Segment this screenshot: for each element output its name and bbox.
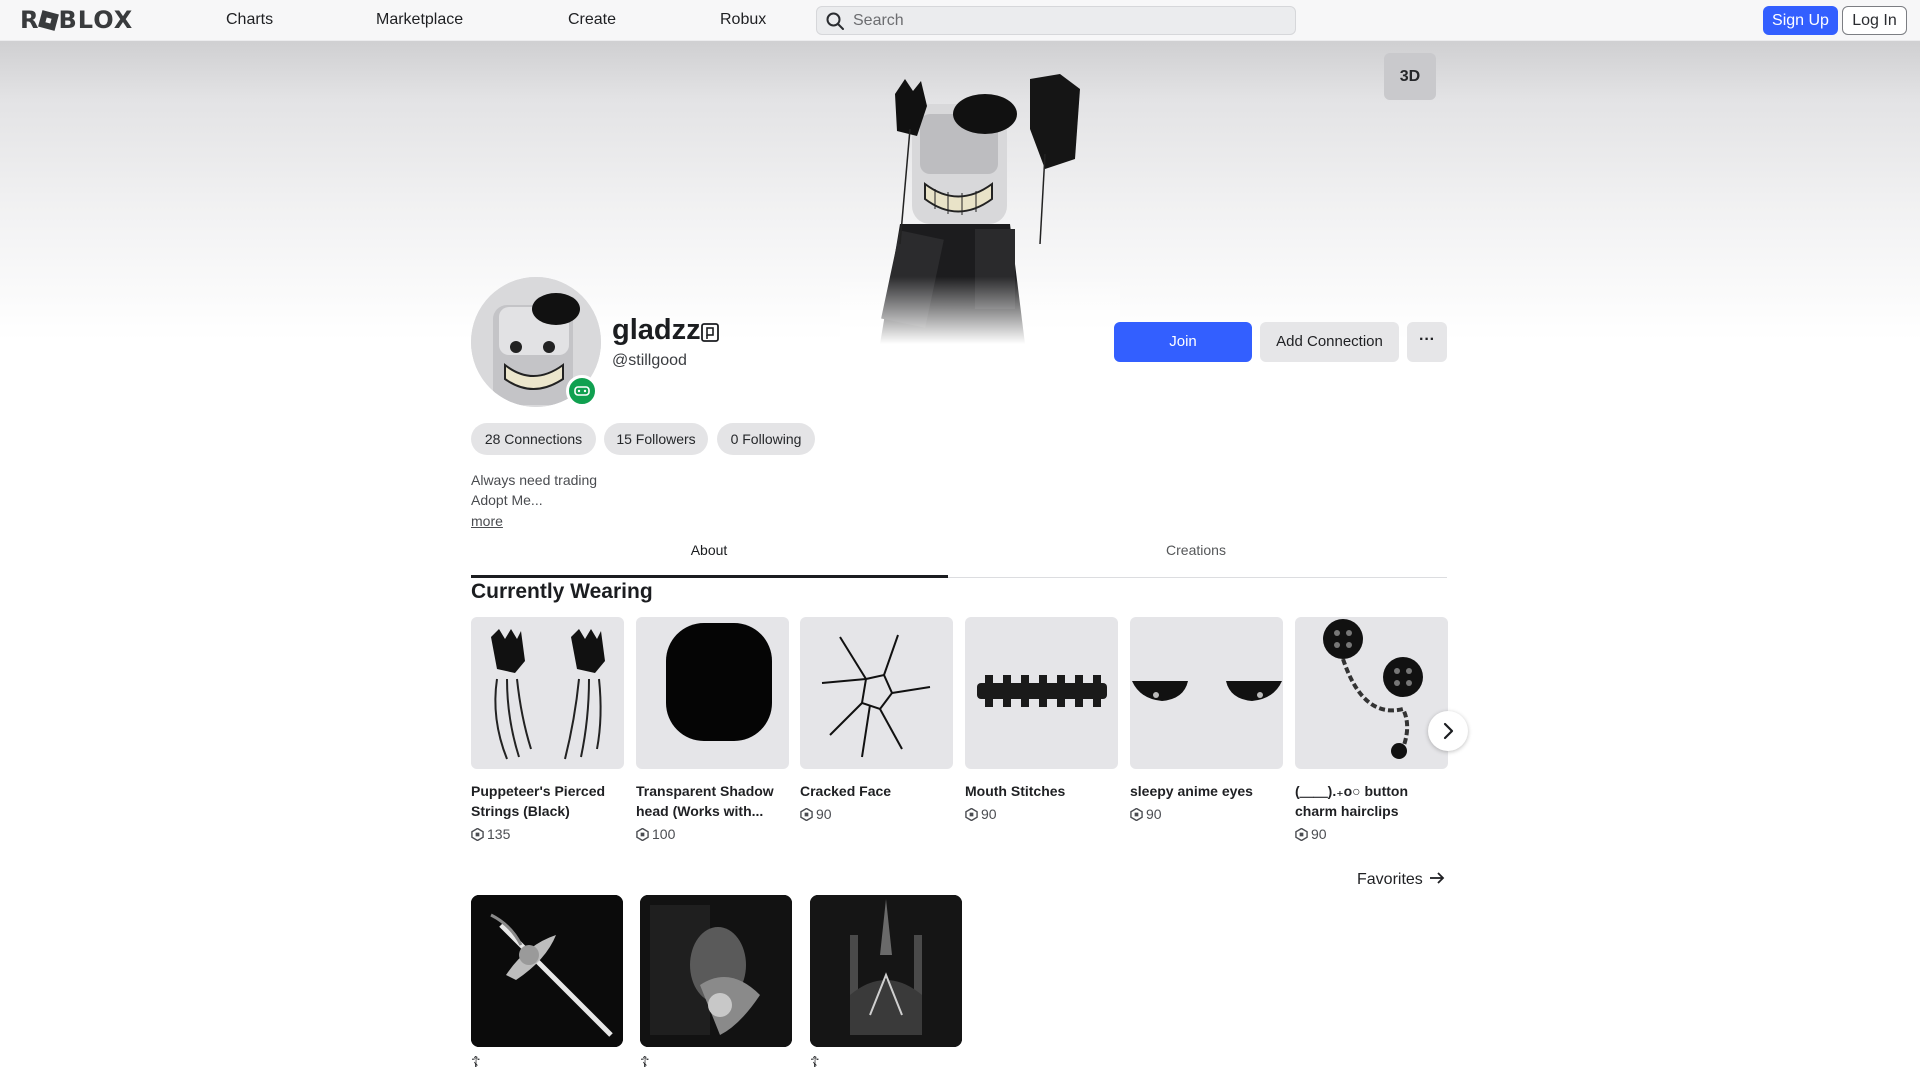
view-3d-toggle-button[interactable]: 3D [1384,53,1436,100]
item-thumbnail[interactable] [1130,617,1283,769]
search-icon [826,12,844,30]
nav-link-create[interactable]: Create [568,11,616,29]
robux-icon [800,807,813,821]
followers-count-pill[interactable]: 15 Followers [604,423,708,455]
item-thumbnail[interactable] [800,617,953,769]
item-thumbnail[interactable] [965,617,1118,769]
item-price-value: 90 [816,806,832,822]
tab-creations[interactable]: Creations [958,542,1434,558]
badge-icon [701,323,719,342]
connections-count-pill[interactable]: 28 Connections [471,423,596,455]
item-price: 135 [471,826,624,842]
item-price: 100 [636,826,789,842]
favorite-item-name[interactable]: ☦ [640,1053,792,1071]
search-box[interactable] [816,6,1296,35]
favorites-link-label: Favorites [1357,871,1423,888]
wearing-item-card[interactable]: (＿＿).₊o○ button charm hairclips 90 [1295,617,1448,842]
wearing-item-card[interactable]: Cracked Face 90 [800,617,953,822]
more-options-button[interactable]: ··· [1407,322,1447,362]
favorite-item-card[interactable]: ☦ [810,895,962,1071]
wearing-item-card[interactable]: Transparent Shadow head (Works with... 1… [636,617,789,842]
chevron-right-icon [1443,722,1454,740]
robux-icon [471,827,484,841]
following-count-pill[interactable]: 0 Following [717,423,815,455]
wearing-item-card[interactable]: sleepy anime eyes 90 [1130,617,1283,822]
profile-display-name: gladzz [612,314,701,346]
item-thumbnail[interactable] [471,617,624,769]
sign-up-button[interactable]: Sign Up [1763,6,1838,35]
nav-link-robux[interactable]: Robux [720,11,766,29]
bio-line: Adopt Me... [471,492,543,508]
item-price-value: 135 [487,826,511,842]
item-price: 90 [965,806,1118,822]
robux-icon [1295,827,1308,841]
item-name[interactable]: sleepy anime eyes [1130,781,1283,801]
item-price: 90 [1130,806,1283,822]
carousel-next-button[interactable] [1428,711,1468,751]
log-in-button[interactable]: Log In [1842,6,1907,35]
nav-link-charts[interactable]: Charts [226,11,273,29]
item-thumbnail[interactable] [636,617,789,769]
favorite-item-card[interactable]: ☦ [471,895,623,1071]
item-name[interactable]: Puppeteer's Pierced Strings (Black) [471,781,624,821]
search-input[interactable] [851,10,1285,32]
item-thumbnail[interactable] [1295,617,1448,769]
nav-link-marketplace[interactable]: Marketplace [376,11,463,29]
wearing-item-card[interactable]: Puppeteer's Pierced Strings (Black) 135 [471,617,624,842]
item-price-value: 90 [1146,806,1162,822]
online-status-icon [566,375,598,407]
wearing-item-card[interactable]: Mouth Stitches 90 [965,617,1118,822]
tab-about[interactable]: About [471,542,947,558]
favorite-thumbnail[interactable] [640,895,792,1047]
robux-icon [636,827,649,841]
currently-wearing-heading: Currently Wearing [471,580,653,603]
item-price-value: 100 [652,826,676,842]
item-price: 90 [800,806,953,822]
favorite-item-name[interactable]: ☦ [810,1053,962,1071]
bio-line: Always need trading [471,472,598,488]
item-name[interactable]: Transparent Shadow head (Works with... [636,781,789,821]
join-button[interactable]: Join [1114,322,1252,362]
add-connection-button[interactable]: Add Connection [1260,322,1399,362]
top-navigation-bar: RBLOX Charts Marketplace Create Robux Si… [0,0,1920,41]
robux-icon [965,807,978,821]
item-name[interactable]: Cracked Face [800,781,953,801]
profile-username: @stillgood [612,352,687,369]
roblox-logo[interactable]: R BLOX [20,6,133,34]
tab-active-indicator [471,575,948,578]
arrow-right-icon [1430,872,1445,884]
favorite-item-card[interactable]: ☦ [640,895,792,1071]
robux-icon [1130,807,1143,821]
item-name[interactable]: Mouth Stitches [965,781,1118,801]
item-price-value: 90 [981,806,997,822]
favorite-item-name[interactable]: ☦ [471,1053,623,1071]
favorites-link[interactable]: Favorites [1357,871,1445,889]
item-price-value: 90 [1311,826,1327,842]
item-name[interactable]: (＿＿).₊o○ button charm hairclips [1295,781,1448,821]
item-price: 90 [1295,826,1448,842]
bio-more-link[interactable]: more [471,513,503,529]
avatar-3d-render[interactable] [840,74,1120,344]
favorite-thumbnail[interactable] [471,895,623,1047]
favorite-thumbnail[interactable] [810,895,962,1047]
